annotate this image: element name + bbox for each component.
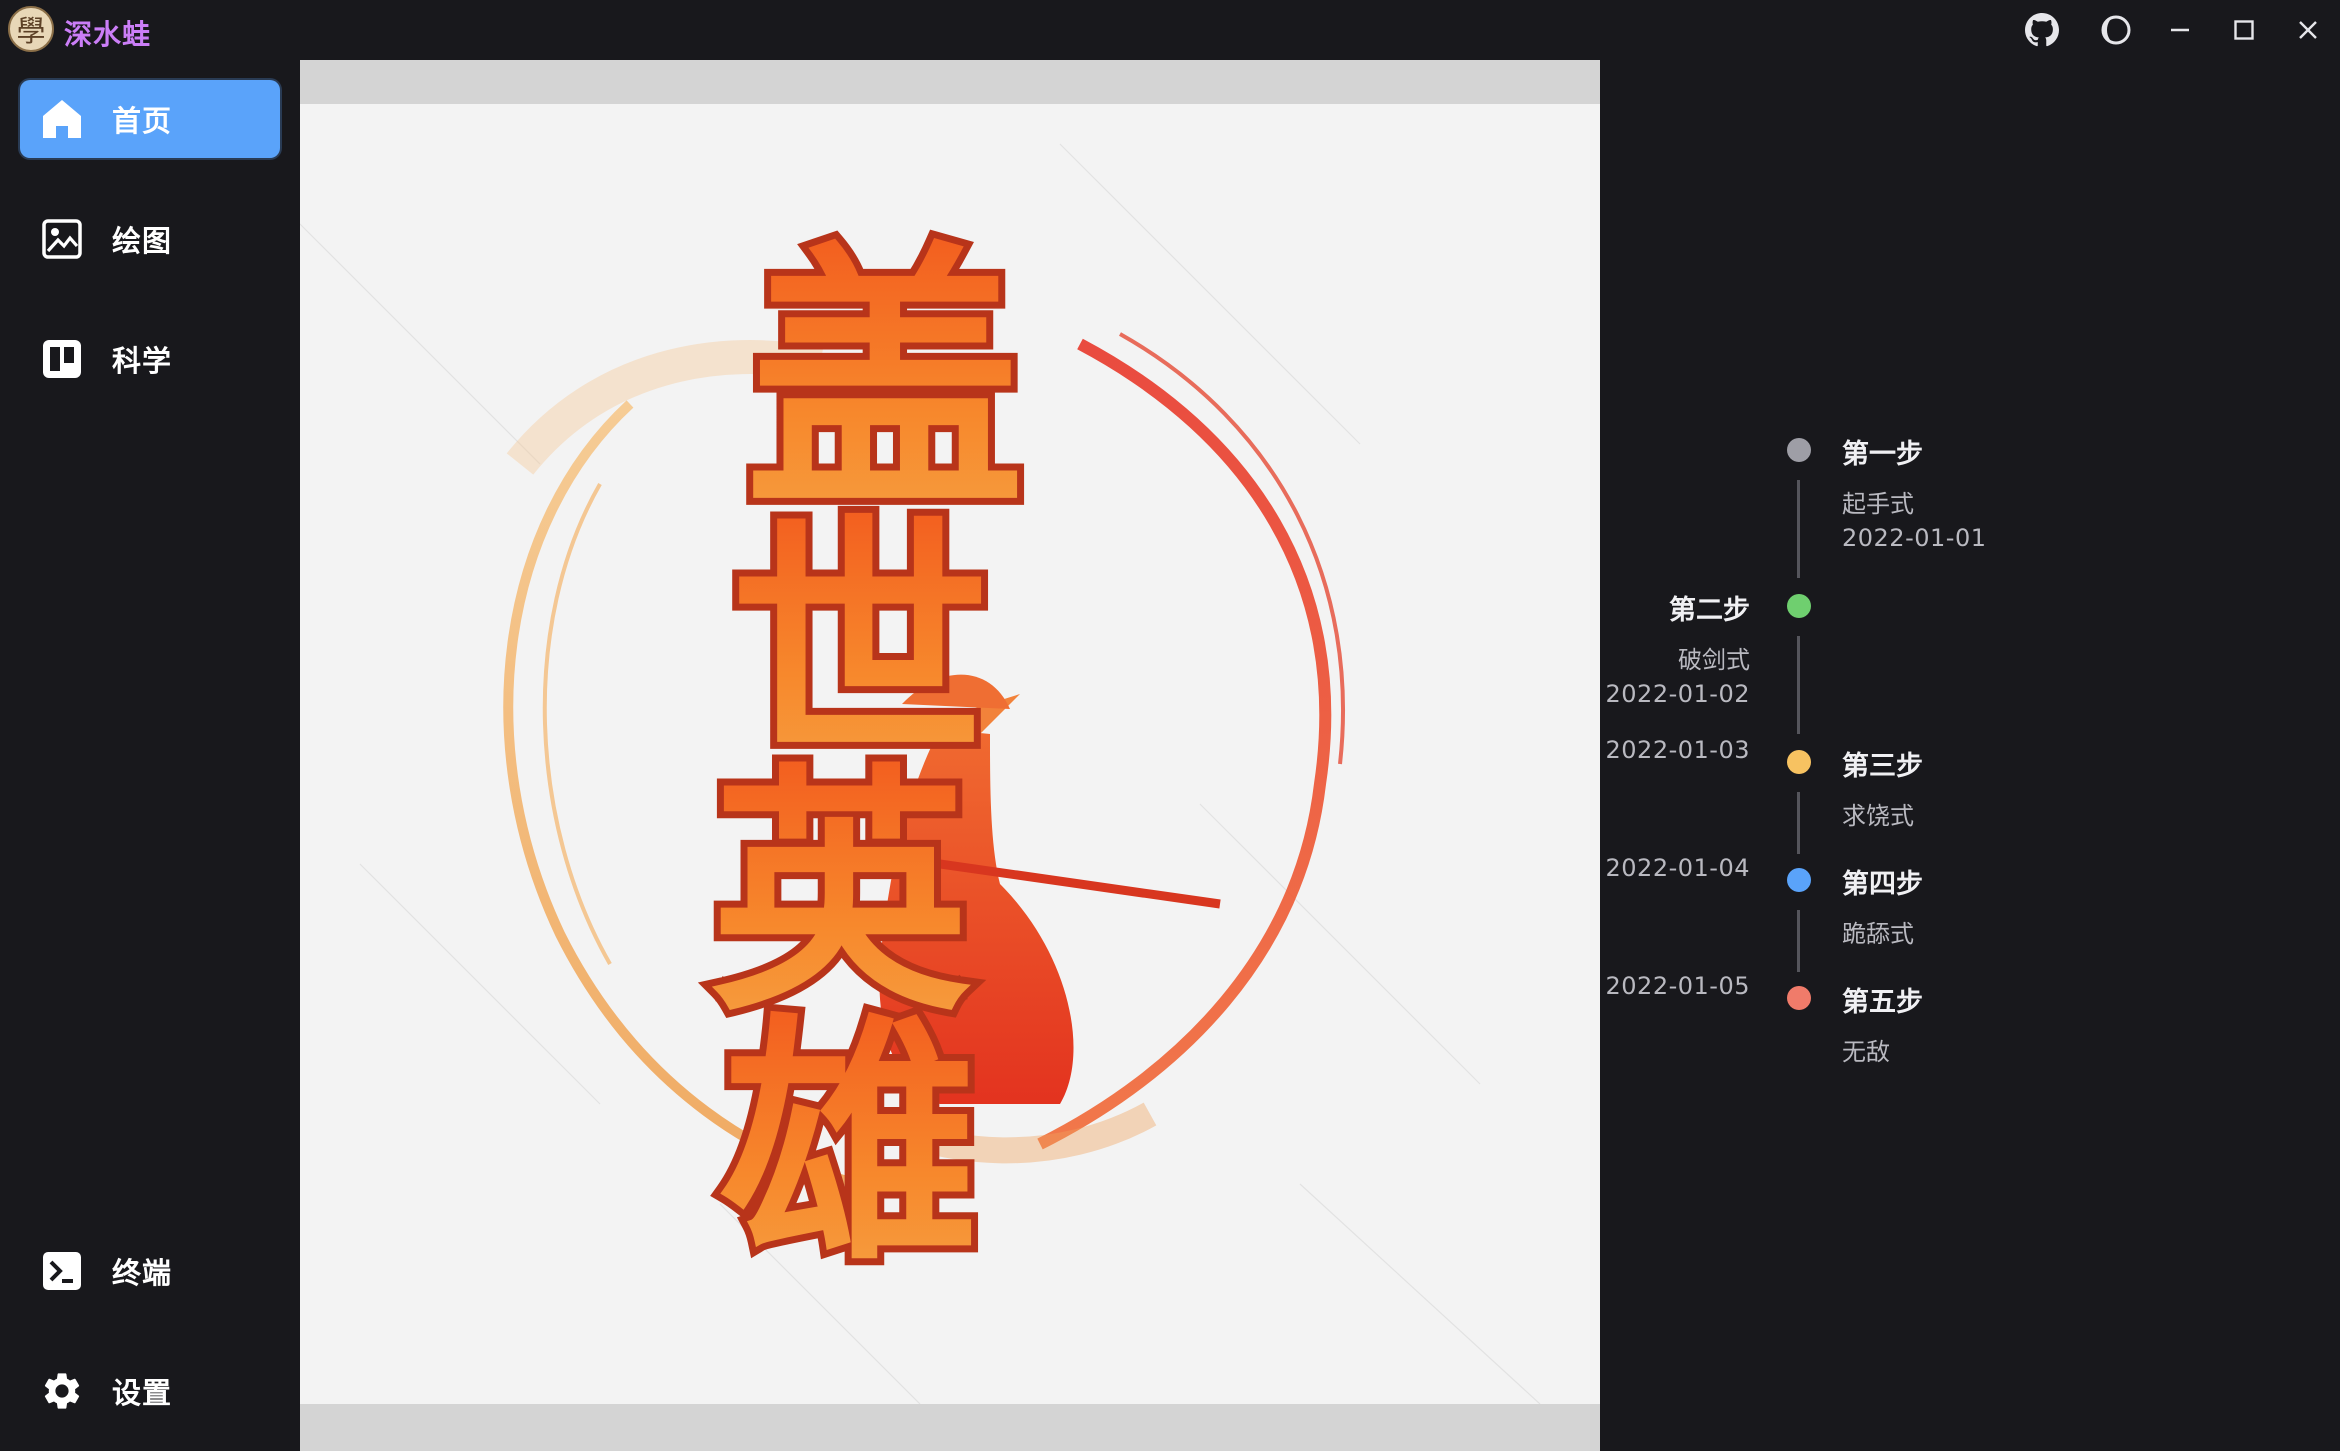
theme-moon-icon[interactable] (2096, 10, 2136, 50)
app-window: 學 深水蛙 首页 绘图 科学 终端 设置 盖 世 英 雄 第一步 起手式 202… (0, 0, 2340, 1451)
sidebar-item-label: 终端 (112, 1256, 173, 1290)
timeline-step-date: 2022-01-02 (1605, 680, 1750, 708)
close-icon[interactable] (2288, 10, 2328, 50)
app-logo-char: 學 (16, 14, 46, 48)
sidebar-item-settings[interactable]: 设置 (20, 1352, 280, 1430)
github-icon[interactable] (2022, 10, 2062, 50)
timeline-step-desc: 破剑式 (1678, 646, 1750, 674)
timeline-step-title: 第五步 (1842, 987, 1923, 1018)
timeline-connector (1797, 636, 1800, 734)
gear-icon (38, 1367, 86, 1415)
maximize-icon[interactable] (2224, 10, 2264, 50)
sidebar-item-label: 首页 (112, 104, 173, 138)
timeline-dot (1787, 438, 1811, 462)
timeline-connector (1797, 480, 1800, 578)
sidebar: 首页 绘图 科学 终端 设置 (0, 60, 300, 1451)
terminal-icon (38, 1247, 86, 1295)
timeline-dot (1787, 594, 1811, 618)
sidebar-item-home[interactable]: 首页 (20, 80, 280, 158)
sidebar-item-draw[interactable]: 绘图 (20, 200, 280, 278)
timeline-step-desc: 起手式 (1842, 490, 1914, 518)
app-title: 深水蛙 (64, 18, 152, 51)
sidebar-item-label: 绘图 (112, 224, 173, 258)
timeline-dot (1787, 868, 1811, 892)
poster-artwork: 盖 世 英 雄 (300, 143, 1541, 1404)
timeline-connector (1797, 910, 1800, 972)
minimize-icon[interactable] (2160, 10, 2200, 50)
timeline-step-date: 2022-01-01 (1842, 524, 1987, 552)
timeline-dot (1787, 750, 1811, 774)
timeline-dot (1787, 986, 1811, 1010)
title-bar: 學 深水蛙 (0, 0, 2340, 60)
timeline-step-desc: 无敌 (1842, 1038, 1890, 1066)
timeline-step-title: 第一步 (1842, 439, 1923, 470)
timeline-step-title: 第三步 (1842, 751, 1923, 782)
timeline-step-title: 第四步 (1842, 869, 1923, 900)
sidebar-item-science[interactable]: 科学 (20, 320, 280, 398)
timeline-step-desc: 求饶式 (1842, 802, 1914, 830)
timeline-connector (1797, 792, 1800, 854)
app-logo: 學 (8, 6, 54, 52)
sidebar-item-label: 设置 (112, 1376, 173, 1410)
timeline-step-date: 2022-01-05 (1605, 972, 1750, 1000)
sidebar-item-terminal[interactable]: 终端 (20, 1232, 280, 1310)
sidebar-item-label: 科学 (112, 344, 173, 378)
timeline-step-title: 第二步 (1669, 595, 1750, 626)
calligraphy-title: 盖 世 英 雄 (703, 210, 1032, 1303)
poster-image: 盖 世 英 雄 (300, 104, 1600, 1404)
timeline-step-date: 2022-01-03 (1605, 736, 1750, 764)
timeline-step-desc: 跪舔式 (1842, 920, 1914, 948)
timeline: 第一步 起手式 2022-01-01 第二步 破剑式 2022-01-02 20… (1600, 60, 2340, 1451)
image-icon (38, 215, 86, 263)
board-icon (38, 335, 86, 383)
home-icon (38, 95, 86, 143)
svg-text:雄: 雄 (720, 991, 980, 1296)
timeline-step-date: 2022-01-04 (1605, 854, 1750, 882)
content-area: 盖 世 英 雄 (300, 60, 1600, 1451)
